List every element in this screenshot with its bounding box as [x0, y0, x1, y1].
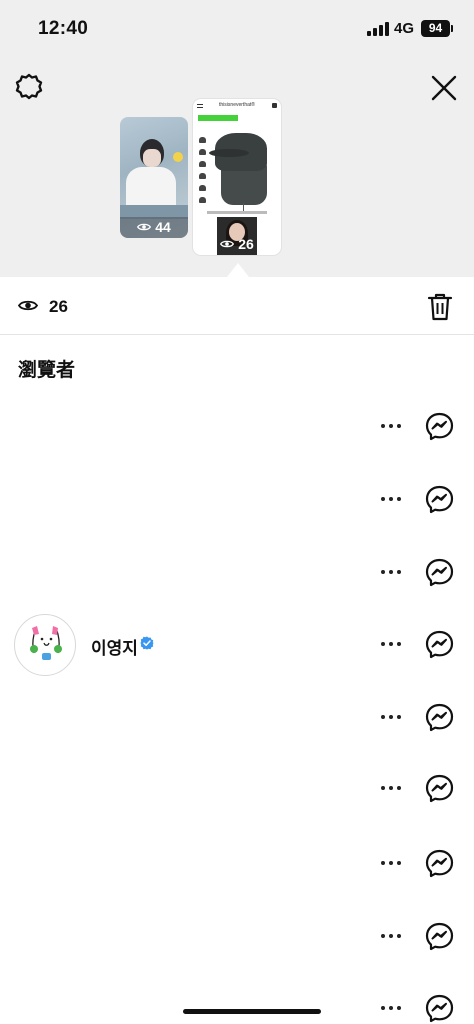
trash-icon[interactable] — [426, 292, 454, 322]
dot — [381, 497, 385, 501]
thumbnail-photo — [126, 167, 176, 209]
dot — [381, 934, 385, 938]
dot — [381, 786, 385, 790]
story-stats-row: 26 — [0, 277, 474, 335]
dot — [389, 570, 393, 574]
dot — [397, 786, 401, 790]
cart-icon — [272, 103, 277, 108]
product-thumb — [199, 161, 206, 167]
story-view-count: 44 — [120, 219, 188, 235]
product-hat-cord — [243, 203, 244, 211]
gear-icon[interactable] — [14, 72, 44, 102]
dot — [381, 424, 385, 428]
viewer-row[interactable] — [0, 469, 474, 529]
story-thumbnail-1[interactable]: 44 — [120, 117, 188, 238]
viewer-row[interactable] — [0, 833, 474, 893]
messenger-icon[interactable] — [424, 773, 455, 804]
home-indicator[interactable] — [183, 1009, 321, 1014]
dot — [397, 934, 401, 938]
product-thumb — [199, 197, 206, 203]
sticker-icon — [173, 152, 183, 162]
close-icon[interactable] — [428, 72, 460, 104]
dot — [397, 715, 401, 719]
dot — [397, 861, 401, 865]
more-options-button[interactable] — [375, 778, 407, 798]
more-options-button[interactable] — [375, 489, 407, 509]
messenger-icon[interactable] — [424, 484, 455, 515]
messenger-icon[interactable] — [424, 993, 455, 1024]
dot — [397, 497, 401, 501]
eye-icon — [18, 300, 38, 311]
thumbnail-brand: thisisneverthat® — [219, 102, 255, 108]
cellular-signal-icon — [367, 22, 389, 36]
dot — [397, 1006, 401, 1010]
dot — [381, 1006, 385, 1010]
battery-icon: 94 — [421, 20, 450, 37]
product-thumb — [199, 185, 206, 191]
avatar[interactable] — [14, 614, 76, 676]
network-type: 4G — [394, 20, 415, 37]
selected-story-pointer — [227, 263, 249, 277]
status-time: 12:40 — [38, 18, 89, 39]
viewer-row[interactable] — [0, 906, 474, 966]
dot — [389, 642, 393, 646]
more-options-button[interactable] — [375, 416, 407, 436]
eye-icon — [220, 240, 235, 248]
messenger-icon[interactable] — [424, 921, 455, 952]
viewer-name[interactable]: 이영지 — [91, 634, 138, 659]
more-options-button[interactable] — [375, 562, 407, 582]
dot — [389, 861, 393, 865]
dot — [381, 715, 385, 719]
dot — [389, 934, 393, 938]
story-thumbnail-2[interactable]: thisisneverthat® 26 — [193, 99, 281, 255]
dot — [397, 570, 401, 574]
thumbnail-banner — [198, 115, 238, 121]
dot — [397, 424, 401, 428]
dot — [381, 642, 385, 646]
thumbnail-person-face — [143, 149, 161, 167]
viewers-section-title: 瀏覽者 — [18, 360, 76, 381]
viewer-row[interactable] — [0, 542, 474, 602]
messenger-icon[interactable] — [424, 702, 455, 733]
product-thumb — [199, 137, 206, 143]
messenger-icon[interactable] — [424, 848, 455, 879]
viewer-row[interactable] — [0, 396, 474, 456]
more-options-button[interactable] — [375, 926, 407, 946]
dot — [389, 715, 393, 719]
dot — [389, 424, 393, 428]
status-bar: 12:40 4G 94 — [0, 0, 474, 60]
messenger-icon[interactable] — [424, 629, 455, 660]
verified-badge-icon — [140, 636, 154, 650]
dot — [381, 861, 385, 865]
thumbnail-caption — [207, 211, 267, 214]
viewer-row[interactable]: 이영지 — [0, 614, 474, 676]
more-options-button[interactable] — [375, 707, 407, 727]
dot — [389, 786, 393, 790]
dot — [389, 1006, 393, 1010]
dot — [397, 642, 401, 646]
eye-icon — [137, 223, 152, 231]
messenger-icon[interactable] — [424, 557, 455, 588]
story-view-count-value: 44 — [155, 219, 171, 235]
dot — [381, 570, 385, 574]
battery-cap — [451, 25, 453, 32]
viewer-row[interactable] — [0, 978, 474, 1024]
more-options-button[interactable] — [375, 634, 407, 654]
product-thumb — [199, 149, 206, 155]
dot — [389, 497, 393, 501]
viewer-row[interactable] — [0, 687, 474, 747]
messenger-icon[interactable] — [424, 411, 455, 442]
product-hat-brim — [209, 149, 249, 157]
views-count: 26 — [49, 297, 68, 316]
video-person-face — [229, 223, 245, 241]
more-options-button[interactable] — [375, 998, 407, 1018]
viewer-row[interactable] — [0, 758, 474, 818]
more-options-button[interactable] — [375, 853, 407, 873]
product-thumb — [199, 173, 206, 179]
